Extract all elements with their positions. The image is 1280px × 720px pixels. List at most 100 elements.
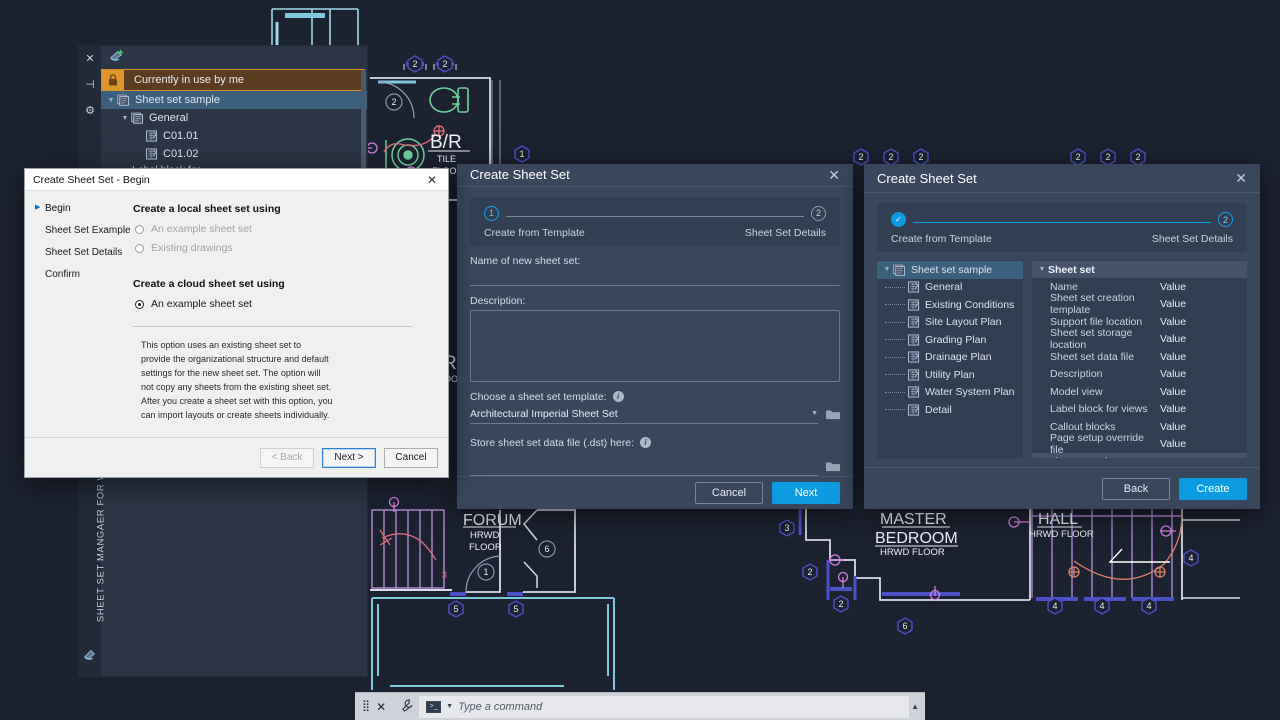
chevron-down-icon[interactable]: ▼	[119, 115, 131, 122]
create-button[interactable]: Create	[1179, 478, 1247, 500]
chevron-down-icon[interactable]: ▼	[446, 703, 453, 710]
gear-icon[interactable]: ⚙	[83, 104, 97, 118]
property-group-header[interactable]: ▼Sheet set	[1032, 261, 1247, 278]
info-icon[interactable]: i	[613, 391, 624, 402]
radio-option: Existing drawings	[133, 242, 430, 254]
svg-text:HRWD FLOOR: HRWD FLOOR	[1029, 529, 1094, 540]
next-button[interactable]: Next	[772, 482, 840, 504]
folder-icon[interactable]	[826, 409, 840, 420]
radio-option[interactable]: An example sheet set	[133, 298, 430, 310]
property-row[interactable]: Model viewValue	[1032, 383, 1247, 401]
property-value[interactable]: Value	[1160, 351, 1186, 363]
stepper-circle-2[interactable]: 2	[1218, 212, 1233, 227]
sheet-set-template-select[interactable]: Architectural Imperial Sheet Set ▼	[470, 406, 818, 424]
template-label-text: Choose a sheet set template:	[470, 391, 607, 403]
radio-option-label: Existing drawings	[151, 242, 233, 254]
subset-icon	[131, 112, 144, 124]
sheet-set-tree-item[interactable]: ▼ General	[101, 109, 367, 127]
stepper-circle-1[interactable]: 1	[484, 206, 499, 221]
close-icon[interactable]: ✕	[825, 166, 843, 184]
sheet-set-structure-item[interactable]: General	[877, 279, 1023, 297]
property-value[interactable]: Value	[1160, 298, 1186, 310]
property-row[interactable]: Label block for viewsValue	[1032, 401, 1247, 419]
stepper-circle-1[interactable]: ✓	[891, 212, 906, 227]
template-field-label: Choose a sheet set template: i	[470, 391, 840, 403]
svg-text:FLOOR: FLOOR	[469, 542, 502, 553]
property-row[interactable]: Sheet set storage locationValue	[1032, 331, 1247, 349]
sheet-set-structure-item[interactable]: ▼ Sheet set sample	[877, 261, 1023, 279]
wizard-step-list[interactable]: Begin Sheet Set Example Sheet Set Details C…	[25, 203, 133, 437]
back-button[interactable]: Back	[1102, 478, 1170, 500]
sheet-set-icon	[117, 94, 130, 106]
folder-icon[interactable]	[826, 461, 840, 472]
sheet-set-details-properties[interactable]: ▼Sheet setNameValueSheet set creation te…	[1032, 260, 1247, 458]
wizard-step-item[interactable]: Confirm	[35, 269, 133, 280]
sheet-set-structure-tree[interactable]: ▼ Sheet set sample General Existing Cond…	[877, 260, 1023, 458]
sheet-set-manager-icon[interactable]	[83, 647, 97, 666]
sheet-set-store-path-input[interactable]	[470, 458, 818, 476]
sheet-set-name-input[interactable]	[470, 270, 840, 286]
chevron-down-icon[interactable]: ▼	[881, 266, 893, 273]
command-bar[interactable]: ⣿ ✕ >_ ▼ Type a command ▲	[355, 692, 925, 720]
next-button[interactable]: Next >	[322, 448, 376, 468]
property-value[interactable]: Value	[1160, 386, 1186, 398]
property-value[interactable]: Value	[1160, 438, 1186, 450]
drag-grip-icon[interactable]: ⣿	[355, 702, 372, 711]
sheet-set-structure-item[interactable]: Water System Plan	[877, 384, 1023, 402]
wrench-icon[interactable]	[394, 699, 419, 715]
sheet-set-structure-item[interactable]: Site Layout Plan	[877, 314, 1023, 332]
create-sheet-set-dialog-step2[interactable]: Create Sheet Set ✕ ✓ 2 Create from Templ…	[864, 164, 1260, 509]
local-sheet-set-options[interactable]: An example sheet setExisting drawings	[133, 223, 430, 254]
create-sheet-set-wizard[interactable]: Create Sheet Set - Begin ✕ BeginSheet Se…	[24, 168, 449, 478]
close-icon[interactable]: ✕	[422, 172, 442, 188]
sheet-set-lock-banner[interactable]: Currently in use by me	[101, 69, 365, 91]
sheet-set-structure-item[interactable]: Utility Plan	[877, 366, 1023, 384]
sheet-set-structure-item[interactable]: Drainage Plan	[877, 349, 1023, 367]
create-sheet-set-dialog-step1[interactable]: Create Sheet Set ✕ 1 2 Create from Templ…	[457, 164, 853, 509]
back-button[interactable]: < Back	[260, 448, 314, 468]
wizard-step-item[interactable]: Sheet Set Details	[35, 247, 133, 258]
property-row[interactable]: Sheet set creation templateValue	[1032, 296, 1247, 314]
property-value[interactable]: Value	[1160, 421, 1186, 433]
close-icon[interactable]: ✕	[83, 52, 97, 66]
chevron-down-icon[interactable]: ▼	[811, 410, 818, 417]
sheet-set-tree-item[interactable]: ▼ Sheet set sample	[101, 91, 367, 109]
description-textarea[interactable]	[470, 310, 840, 382]
sheet-set-tree-item[interactable]: C01.02	[101, 145, 367, 163]
close-icon[interactable]: ✕	[1232, 169, 1250, 187]
command-input[interactable]: >_ ▼ Type a command	[419, 696, 909, 718]
stepper-circle-2[interactable]: 2	[811, 206, 826, 221]
sheet-set-structure-item[interactable]: Detail	[877, 401, 1023, 419]
property-label: Sheet set storage location	[1050, 327, 1160, 351]
close-icon[interactable]: ✕	[372, 700, 394, 714]
radio-button[interactable]	[135, 300, 144, 309]
property-value[interactable]: Value	[1160, 281, 1186, 293]
chevron-down-icon[interactable]: ▼	[1036, 266, 1048, 273]
sheet-set-structure-item-label: Utility Plan	[925, 369, 975, 381]
sheet-set-manager-icon[interactable]	[109, 48, 125, 67]
sheet-set-structure-item[interactable]: Existing Conditions	[877, 296, 1023, 314]
lock-icon	[102, 70, 124, 90]
cancel-button[interactable]: Cancel	[695, 482, 763, 504]
wizard-step-item[interactable]: Begin	[35, 203, 133, 214]
svg-text:FORUM: FORUM	[463, 512, 522, 529]
property-row[interactable]: Page setup override fileValue	[1032, 436, 1247, 454]
chevron-down-icon[interactable]: ▼	[105, 97, 117, 104]
cloud-sheet-set-options[interactable]: An example sheet set	[133, 298, 430, 310]
info-icon[interactable]: i	[640, 437, 651, 448]
sheet-set-tree[interactable]: ▼ Sheet set sample▼ General C01.01 C01.0…	[101, 91, 367, 163]
property-row[interactable]: Sheet set data fileValue	[1032, 348, 1247, 366]
chevron-up-icon[interactable]: ▲	[911, 702, 925, 711]
cancel-button[interactable]: Cancel	[384, 448, 438, 468]
property-value[interactable]: Value	[1160, 368, 1186, 380]
store-label-text: Store sheet set data file (.dst) here:	[470, 437, 634, 449]
property-value[interactable]: Value	[1160, 333, 1186, 345]
property-value[interactable]: Value	[1160, 403, 1186, 415]
sheet-set-tree-item[interactable]: C01.01	[101, 127, 367, 145]
property-row[interactable]: DescriptionValue	[1032, 366, 1247, 384]
svg-text:2: 2	[838, 599, 843, 609]
collapse-panel-icon[interactable]: ⊣	[83, 78, 97, 92]
sheet-set-structure-item[interactable]: Grading Plan	[877, 331, 1023, 349]
property-value[interactable]: Value	[1160, 316, 1186, 328]
wizard-step-item[interactable]: Sheet Set Example	[35, 225, 133, 236]
